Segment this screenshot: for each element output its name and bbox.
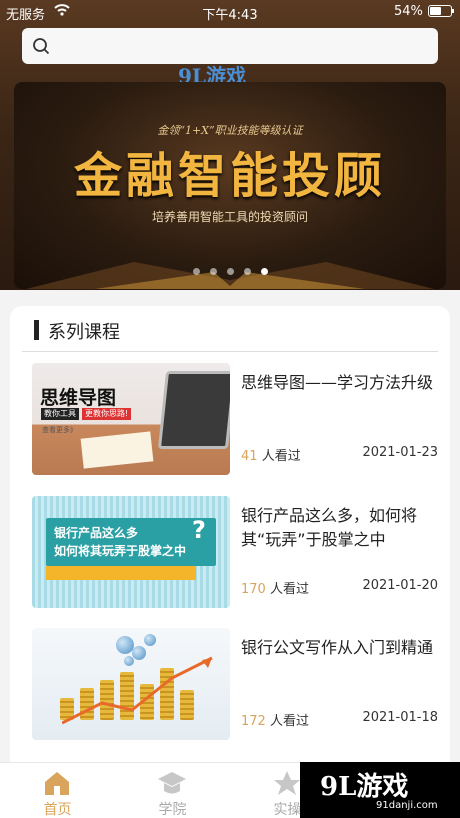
carrier-label: 无服务: [6, 8, 46, 23]
watermark-brand: 9L游戏: [320, 772, 409, 802]
laptop-illustration: [157, 371, 230, 449]
home-icon: [45, 772, 69, 795]
battery-percent: 54%: [394, 4, 423, 19]
course-title: 银行公文写作从入门到精通: [241, 638, 434, 657]
question-mark-icon: ?: [192, 516, 206, 544]
view-number: 170: [241, 582, 266, 597]
view-count: 170 人看过: [241, 578, 309, 597]
course-thumbnail: 银行产品这么多 如何将其玩弄于股掌之中 ?: [32, 496, 230, 608]
search-input[interactable]: [62, 34, 422, 58]
thumb-tag: 教你工具: [41, 408, 79, 420]
course-date: 2021-01-23: [362, 445, 438, 460]
search-icon: [33, 38, 50, 55]
course-thumbnail: [32, 628, 230, 740]
section-title: 系列课程: [48, 322, 120, 343]
bubble-graphic: [144, 634, 156, 646]
carousel-dot[interactable]: [226, 268, 234, 275]
section-marker: [34, 320, 39, 340]
view-suffix: 人看过: [269, 582, 309, 597]
course-item[interactable]: 思维导图 教你工具 更教你思路! 查看更多》 思维导图——学习方法升级 41 人…: [32, 363, 438, 475]
wifi-icon: [54, 4, 70, 16]
thumb-strip: [46, 566, 196, 580]
tab-label: 学院: [158, 802, 187, 818]
tab-home[interactable]: 首页: [0, 763, 115, 818]
search-bar[interactable]: 9L游戏 91danji.com: [22, 28, 438, 91]
carousel-dot[interactable]: [209, 268, 217, 275]
battery-fill: [430, 7, 441, 15]
notebook-illustration: [80, 431, 154, 469]
tab-academy[interactable]: 学院: [115, 763, 230, 818]
thumb-line: 如何将其玩弄于股掌之中: [54, 544, 187, 558]
thumb-title: 思维导图: [40, 387, 117, 409]
view-count: 172 人看过: [241, 710, 309, 729]
thumb-tag: 更教你思路!: [82, 408, 132, 420]
banner-carousel[interactable]: 金领“1+X”职业技能等级认证 金融智能投顾 培养善用智能工具的投资顾问: [14, 82, 446, 289]
carousel-dots: [14, 268, 446, 276]
course-item[interactable]: 银行产品这么多 如何将其玩弄于股掌之中 ? 银行产品这么多，如何将其“玩弄”于股…: [32, 496, 438, 608]
graduation-cap-icon: [158, 772, 186, 794]
view-suffix: 人看过: [269, 714, 309, 729]
star-icon: [274, 771, 300, 795]
course-date: 2021-01-20: [362, 578, 438, 593]
course-title: 银行产品这么多，如何将其“玩弄”于股掌之中: [241, 506, 418, 549]
course-thumbnail: 思维导图 教你工具 更教你思路! 查看更多》: [32, 363, 230, 475]
thumb-line: 银行产品这么多: [54, 526, 139, 540]
course-item[interactable]: 银行公文写作从入门到精通 172 人看过 2021-01-18: [32, 628, 438, 740]
view-number: 41: [241, 449, 258, 464]
carousel-dot[interactable]: [243, 268, 251, 275]
carousel-dot[interactable]: [260, 268, 268, 275]
watermark-corner: 9L游戏 91danji.com: [300, 762, 460, 818]
watermark-domain: 91danji.com: [376, 800, 438, 811]
carousel-dot[interactable]: [192, 268, 200, 275]
view-count: 41 人看过: [241, 445, 301, 464]
course-section: 系列课程 思维导图 教你工具 更教你思路! 查看更多》 思维导图——学习方法升级…: [10, 306, 450, 776]
growth-arrow-icon: [62, 656, 213, 725]
clock: 下午4:43: [202, 8, 258, 23]
banner-caption: 培养善用智能工具的投资顾问: [151, 210, 308, 224]
banner-headline: 金融智能投顾: [73, 148, 386, 204]
status-bar: 无服务 下午4:43 54%: [0, 0, 460, 24]
divider: [22, 351, 438, 352]
view-number: 172: [241, 714, 266, 729]
view-suffix: 人看过: [261, 449, 301, 464]
course-title: 思维导图——学习方法升级: [241, 373, 434, 392]
course-date: 2021-01-18: [362, 710, 438, 725]
battery-icon: [428, 5, 454, 17]
thumb-more: 查看更多》: [42, 426, 77, 434]
tab-label: 首页: [43, 802, 72, 818]
